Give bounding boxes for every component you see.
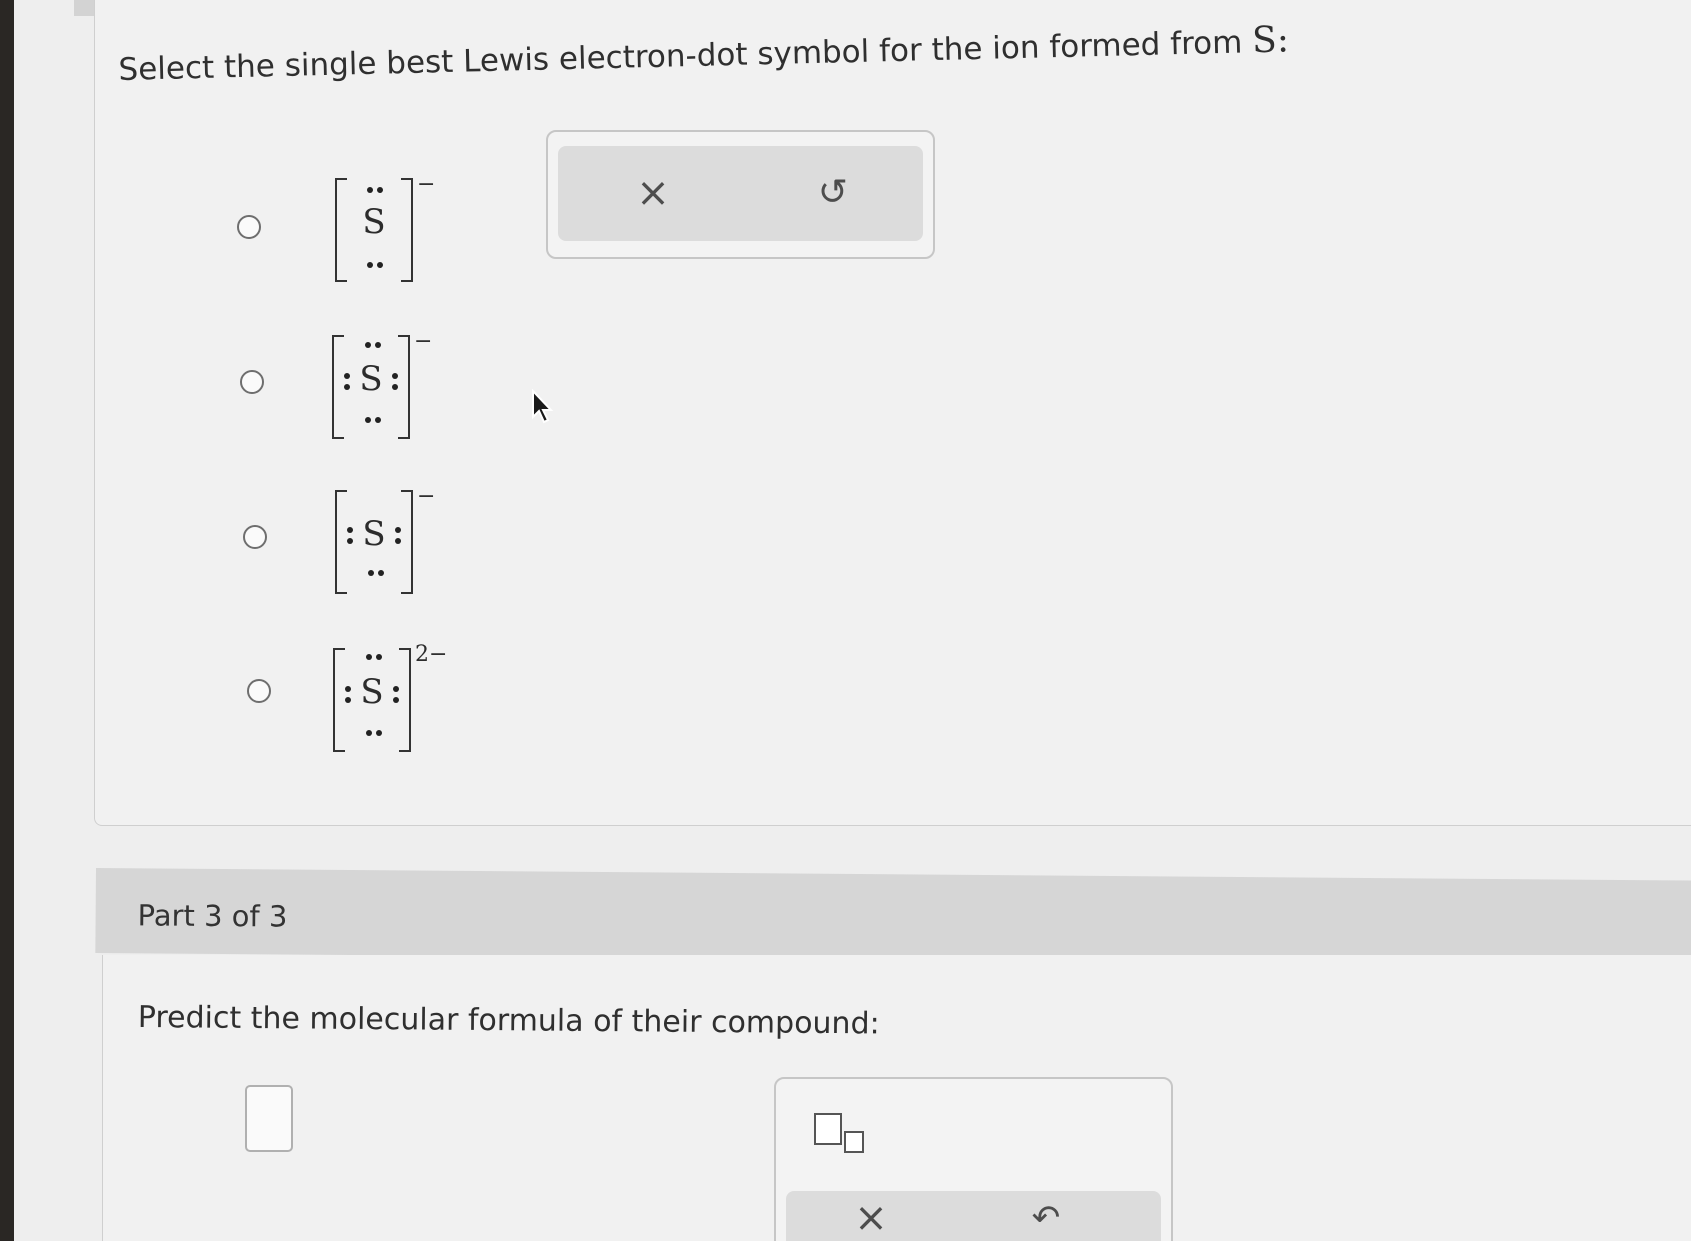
part-2-answer-toolbar: × ↺ xyxy=(546,130,935,259)
undo-icon: ↺ xyxy=(817,172,849,213)
option-3-charge: − xyxy=(417,484,436,509)
part-3-toolbar-button-strip: × ↶ xyxy=(786,1191,1161,1241)
option-1-charge: − xyxy=(417,172,436,197)
subscript-template-button[interactable] xyxy=(814,1113,874,1157)
question-element: S: xyxy=(1251,19,1290,62)
option-2-lewis-symbol: S − xyxy=(332,329,442,445)
option-1-lewis-symbol: S − xyxy=(335,172,445,288)
answer-option-2[interactable] xyxy=(240,370,264,394)
option-4-lewis-symbol: S 2− xyxy=(333,642,447,758)
option-1-element: S xyxy=(362,202,386,242)
option-3-element: S xyxy=(362,514,386,554)
option-4-element: S xyxy=(360,672,384,712)
option-2-radio[interactable] xyxy=(240,370,264,394)
option-1-radio[interactable] xyxy=(237,215,261,239)
part-3-title: Part 3 of 3 xyxy=(137,898,288,934)
part-3-question-text: Predict the molecular formula of their c… xyxy=(137,1000,880,1042)
answer-option-1[interactable] xyxy=(237,215,261,239)
part-3-header: Part 3 of 3 xyxy=(95,868,1691,966)
option-4-charge: 2− xyxy=(415,642,448,667)
mouse-pointer-icon xyxy=(532,389,554,424)
option-3-lewis-symbol: S − xyxy=(335,484,445,600)
formula-answer-input[interactable] xyxy=(245,1085,293,1152)
screen: Select the single best Lewis electron-do… xyxy=(14,0,1691,1241)
option-3-radio[interactable] xyxy=(243,525,267,549)
part-3-clear-button[interactable]: × xyxy=(846,1193,896,1241)
part-3-answer-toolbar: × ↶ xyxy=(774,1077,1173,1241)
undo-icon: ↶ xyxy=(1031,1198,1061,1238)
part-3-undo-button[interactable]: ↶ xyxy=(1021,1193,1071,1241)
close-icon: × xyxy=(636,170,670,216)
option-2-charge: − xyxy=(414,329,433,354)
close-icon: × xyxy=(854,1195,888,1241)
answer-option-4[interactable] xyxy=(247,679,271,703)
option-2-element: S xyxy=(359,359,383,399)
option-4-radio[interactable] xyxy=(247,679,271,703)
answer-option-3[interactable] xyxy=(243,525,267,549)
toolbar-button-strip: × ↺ xyxy=(558,146,923,241)
clear-button[interactable]: × xyxy=(628,168,678,218)
undo-button[interactable]: ↺ xyxy=(808,168,858,218)
